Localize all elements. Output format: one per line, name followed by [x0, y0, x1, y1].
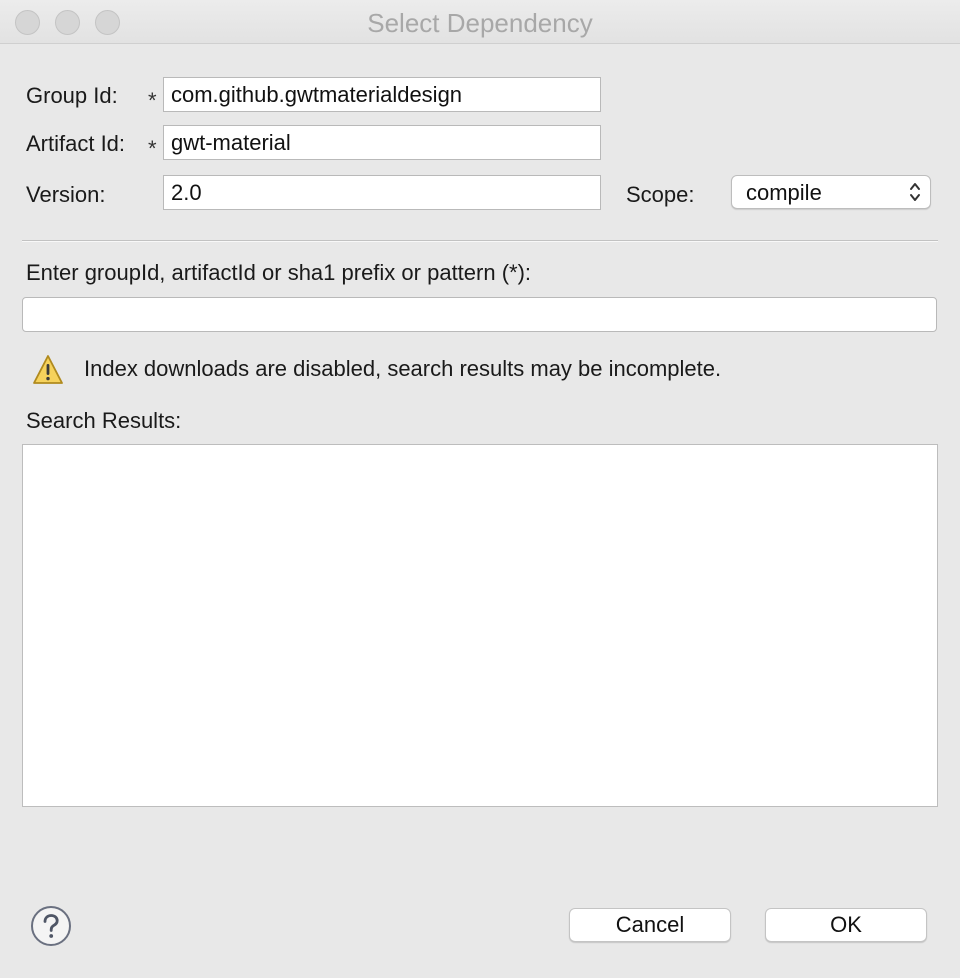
artifact-id-label: Artifact Id: [26, 131, 126, 156]
group-id-label: Group Id: [26, 83, 118, 108]
version-label: Version: [26, 182, 106, 207]
artifact-id-required-marker: * [148, 136, 157, 161]
group-id-field[interactable] [163, 77, 601, 112]
scope-selected-value: compile [746, 180, 822, 205]
scope-select[interactable]: compile [731, 175, 931, 209]
window-title: Select Dependency [367, 8, 593, 38]
warning-message: Index downloads are disabled, search res… [84, 356, 722, 381]
group-id-required-marker: * [148, 88, 157, 113]
cancel-button[interactable]: Cancel [569, 908, 731, 942]
separator [22, 240, 938, 242]
help-icon[interactable] [30, 905, 72, 947]
scope-label: Scope: [626, 182, 695, 207]
artifact-id-field[interactable] [163, 125, 601, 160]
search-prompt-label: Enter groupId, artifactId or sha1 prefix… [26, 260, 532, 285]
title-bar: Select Dependency [0, 0, 960, 44]
search-results-list[interactable] [22, 444, 938, 807]
chevron-up-down-icon [910, 183, 920, 201]
warning-icon [33, 355, 63, 384]
ok-button[interactable]: OK [765, 908, 927, 942]
search-results-label: Search Results: [26, 408, 182, 433]
search-input[interactable] [22, 297, 937, 332]
version-field[interactable] [163, 175, 601, 210]
